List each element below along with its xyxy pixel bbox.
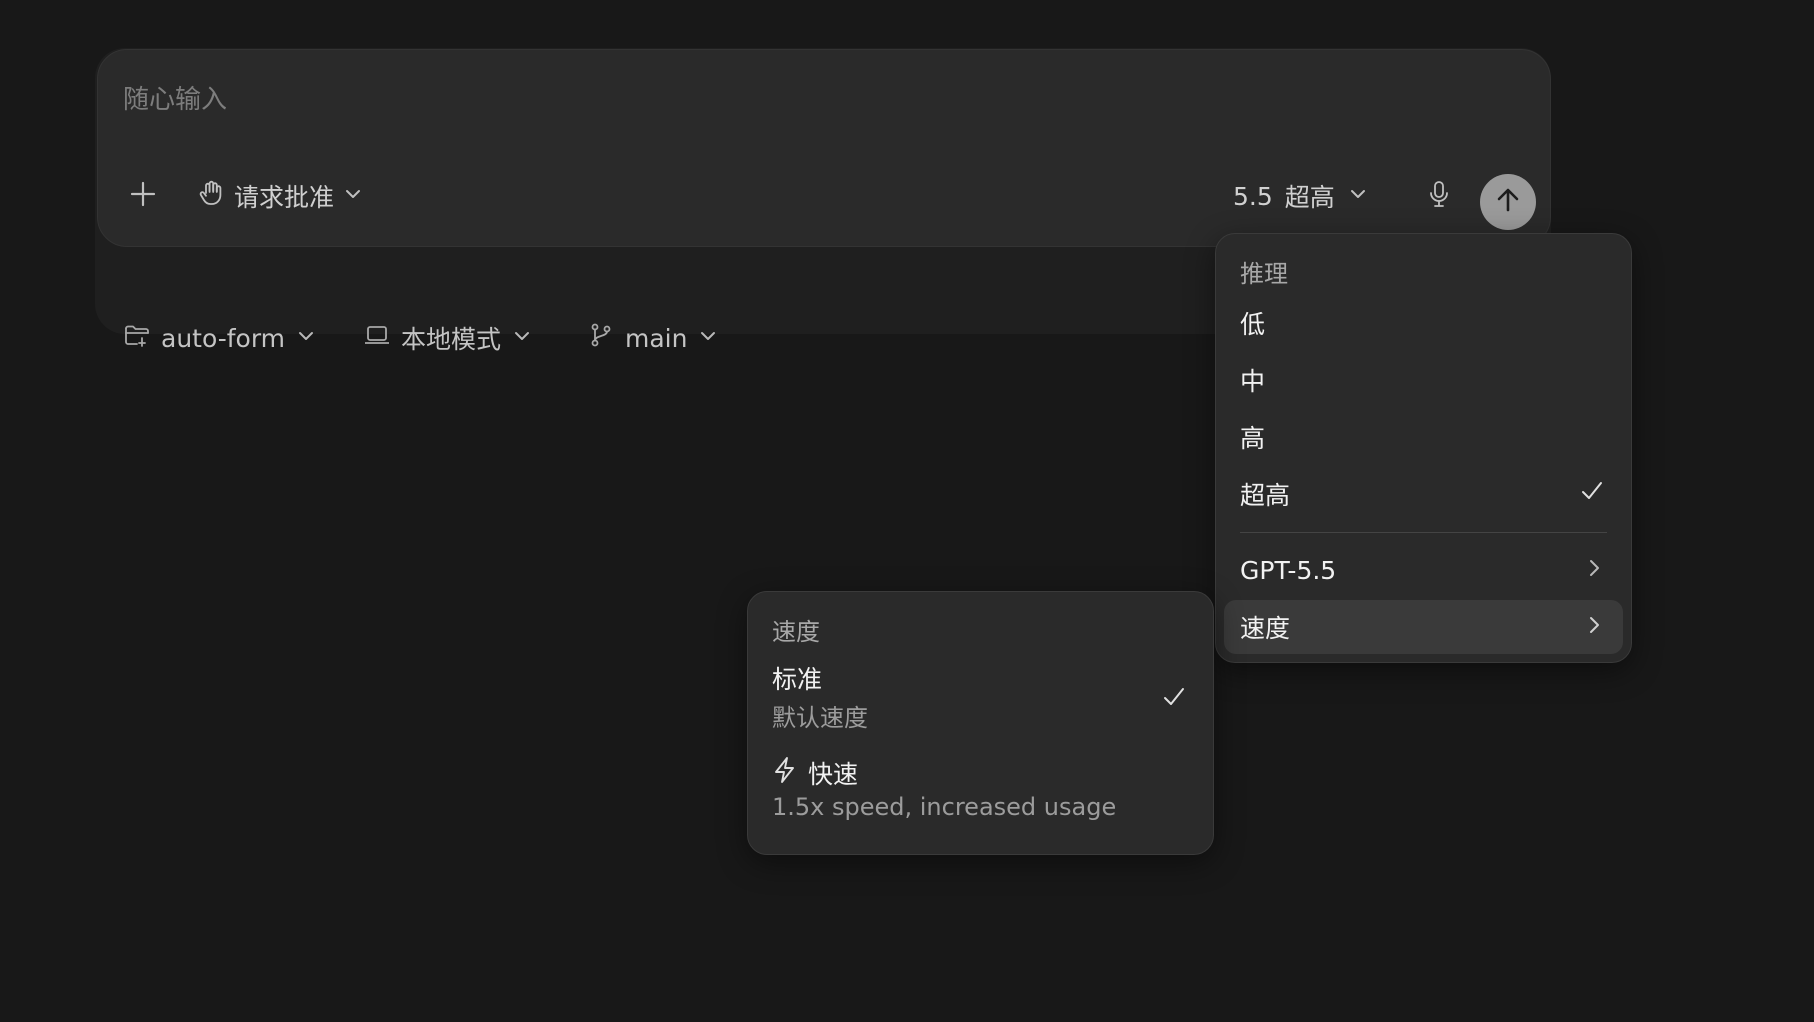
chevron-right-icon bbox=[1583, 613, 1605, 642]
speed-option-title-text: 标准 bbox=[772, 665, 823, 694]
model-submenu-item[interactable]: GPT-5.5 bbox=[1224, 543, 1623, 597]
checkmark-icon bbox=[1579, 478, 1605, 510]
reasoning-option-low[interactable]: 低 bbox=[1224, 296, 1623, 350]
approval-selector[interactable]: 请求批准 bbox=[196, 174, 364, 218]
voice-input-button[interactable] bbox=[1421, 178, 1457, 214]
model-version: 5.5 bbox=[1233, 181, 1273, 211]
speed-option-title-text: 快速 bbox=[808, 760, 859, 789]
branch-selector[interactable]: main bbox=[587, 316, 719, 360]
mode-selector[interactable]: 本地模式 bbox=[363, 316, 533, 360]
speed-header: 速度 bbox=[772, 618, 820, 646]
reasoning-level: 超高 bbox=[1284, 183, 1335, 212]
send-button[interactable] bbox=[1480, 174, 1536, 230]
folder-icon bbox=[123, 321, 151, 355]
model-menu: 推理 低 中 高 超高 GPT-5.5 速度 bbox=[1215, 233, 1632, 663]
composer-context-bar: auto-form 本地模式 main bbox=[95, 310, 1295, 366]
project-label: auto-form bbox=[161, 323, 286, 353]
arrow-up-icon bbox=[1493, 185, 1523, 219]
composer: 请求批准 5.5 超高 bbox=[97, 49, 1551, 247]
plus-icon bbox=[128, 179, 158, 213]
chevron-down-icon bbox=[697, 324, 719, 353]
option-label: 超高 bbox=[1240, 481, 1291, 510]
laptop-icon bbox=[363, 321, 391, 355]
speed-label: 速度 bbox=[1240, 614, 1291, 643]
lightning-icon bbox=[772, 756, 798, 790]
reasoning-option-extra-high[interactable]: 超高 bbox=[1224, 467, 1623, 521]
speed-option-title: 标准 bbox=[772, 660, 822, 696]
speed-option-standard[interactable]: 标准 默认速度 bbox=[756, 660, 1205, 746]
microphone-icon bbox=[1425, 179, 1453, 213]
speed-menu: 速度 标准 默认速度 快速 1.5x speed, increased usag… bbox=[747, 591, 1214, 855]
reasoning-header: 推理 bbox=[1240, 260, 1288, 288]
speed-option-description: 默认速度 bbox=[772, 704, 868, 732]
hand-icon bbox=[196, 178, 226, 214]
option-label: 中 bbox=[1240, 367, 1266, 396]
prompt-input[interactable] bbox=[123, 80, 1503, 120]
checkmark-icon bbox=[1161, 684, 1187, 714]
option-label: 高 bbox=[1240, 424, 1266, 453]
speed-option-description: 1.5x speed, increased usage bbox=[772, 793, 1117, 821]
project-selector[interactable]: auto-form bbox=[123, 316, 317, 360]
mode-label: 本地模式 bbox=[401, 325, 502, 354]
reasoning-option-high[interactable]: 高 bbox=[1224, 410, 1623, 464]
add-button[interactable] bbox=[125, 178, 161, 214]
model-label: GPT-5.5 bbox=[1240, 555, 1337, 585]
reasoning-option-medium[interactable]: 中 bbox=[1224, 353, 1623, 407]
git-branch-icon bbox=[587, 321, 615, 355]
approval-label: 请求批准 bbox=[234, 183, 335, 212]
speed-submenu-item[interactable]: 速度 bbox=[1224, 600, 1623, 654]
chevron-right-icon bbox=[1583, 556, 1605, 585]
chevron-down-icon bbox=[342, 182, 364, 211]
chevron-down-icon bbox=[511, 324, 533, 353]
speed-option-fast[interactable]: 快速 1.5x speed, increased usage bbox=[756, 755, 1205, 845]
menu-divider bbox=[1240, 532, 1607, 533]
chevron-down-icon bbox=[1347, 182, 1369, 211]
model-selector[interactable]: 5.5 超高 bbox=[1233, 174, 1369, 218]
speed-option-title: 快速 bbox=[772, 755, 858, 791]
branch-label: main bbox=[625, 323, 688, 353]
chevron-down-icon bbox=[295, 324, 317, 353]
option-label: 低 bbox=[1240, 310, 1266, 339]
